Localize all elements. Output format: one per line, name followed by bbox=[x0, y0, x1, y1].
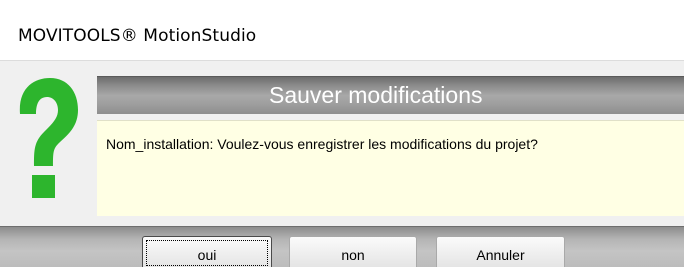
dialog-header-bar: Sauver modifications bbox=[97, 76, 684, 114]
question-mark-icon bbox=[19, 78, 79, 198]
yes-button-label: oui bbox=[197, 247, 217, 263]
yes-button[interactable]: oui bbox=[142, 236, 272, 267]
window-title: MOVITOOLS® MotionStudio bbox=[18, 26, 257, 46]
no-button-label: non bbox=[341, 247, 365, 263]
dialog-message: Nom_installation: Voulez-vous enregistre… bbox=[106, 136, 538, 152]
cancel-button-label: Annuler bbox=[476, 247, 525, 263]
title-bar[interactable]: MOVITOOLS® MotionStudio bbox=[0, 0, 684, 61]
dialog-header-title: Sauver modifications bbox=[269, 82, 483, 108]
message-area: Nom_installation: Voulez-vous enregistre… bbox=[97, 120, 684, 216]
no-button[interactable]: non bbox=[289, 236, 417, 267]
dialog-window: MOVITOOLS® MotionStudio Sauver modificat… bbox=[0, 0, 684, 267]
cancel-button[interactable]: Annuler bbox=[436, 236, 565, 267]
